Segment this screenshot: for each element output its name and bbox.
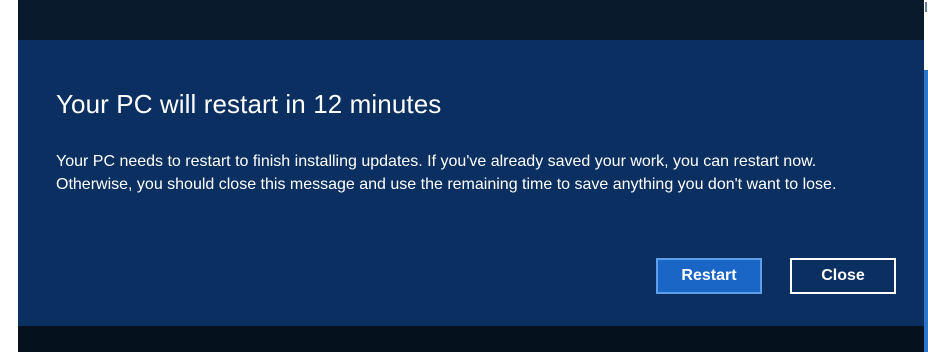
dialog-button-row: Restart Close <box>656 258 896 294</box>
dialog-message: Your PC needs to restart to finish insta… <box>56 153 837 193</box>
restart-button[interactable]: Restart <box>656 258 762 294</box>
screen: Your PC will restart in 12 minutes Your … <box>0 0 928 352</box>
right-edge-mark <box>925 2 927 12</box>
top-backdrop-strip <box>18 0 924 40</box>
bottom-backdrop-strip <box>18 326 924 352</box>
right-edge-accent <box>924 70 928 352</box>
close-button[interactable]: Close <box>790 258 896 294</box>
restart-notification-dialog: Your PC will restart in 12 minutes Your … <box>18 40 924 326</box>
dialog-title: Your PC will restart in 12 minutes <box>56 89 442 119</box>
